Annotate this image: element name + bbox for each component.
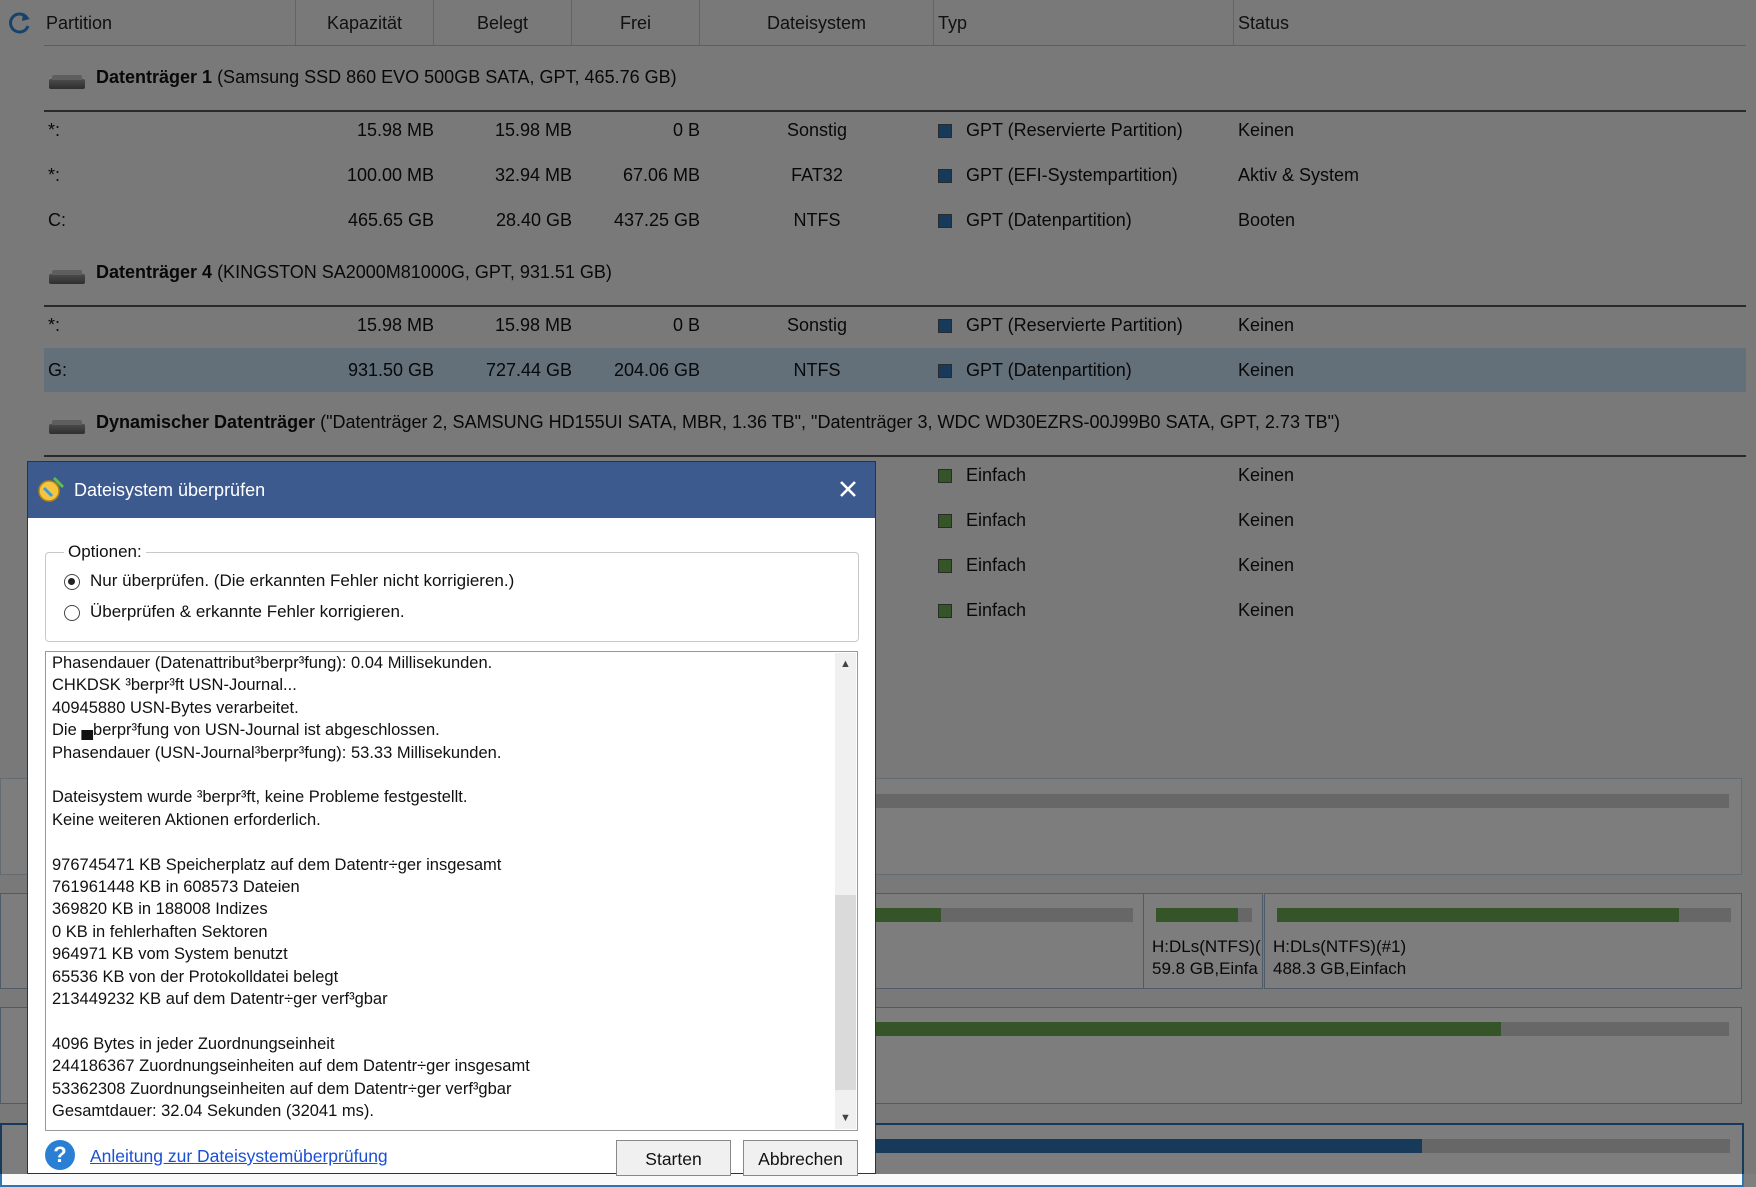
log-line: 65536 KB von der Protokolldatei belegt: [52, 967, 339, 986]
log-output[interactable]: Phasendauer (Datenattribut³berpr³fung): …: [45, 651, 858, 1131]
log-line: 53362308 Zuordnungseinheiten auf dem Dat…: [52, 1079, 512, 1098]
log-line: 40945880 USN-Bytes verarbeitet.: [52, 698, 299, 717]
options-group: Optionen: Nur überprüfen. (Die erkannten…: [45, 542, 859, 642]
log-line: 213449232 KB auf dem Datentr÷ger verf³gb…: [52, 990, 388, 1008]
log-line: 964971 KB vom System benutzt: [52, 945, 288, 964]
option-check-only-label[interactable]: Nur überprüfen. (Die erkannten Fehler ni…: [90, 571, 514, 591]
log-line: CHKDSK ³berpr³ft USN-Journal...: [52, 676, 297, 695]
log-line: Phasendauer (USN-Journal³berpr³fung): 53…: [52, 743, 502, 762]
log-line: Die ▄berpr³fung von USN-Journal ist abge…: [52, 721, 440, 740]
log-line: Dateisystem wurde ³berpr³ft, keine Probl…: [52, 788, 468, 807]
dialog-title: Dateisystem überprüfen: [74, 480, 266, 500]
log-line: 761961448 KB in 608573 Dateien: [52, 878, 300, 896]
help-icon[interactable]: ?: [45, 1140, 75, 1170]
start-button[interactable]: Starten: [616, 1140, 731, 1176]
options-label: Optionen:: [64, 542, 146, 562]
log-line: 976745471 KB Speicherplatz auf dem Daten…: [52, 855, 502, 874]
dialog-titlebar[interactable]: Dateisystem überprüfen: [28, 462, 875, 518]
close-icon[interactable]: [833, 474, 863, 504]
app-icon: [38, 476, 65, 502]
log-line: Keine weiteren Aktionen erforderlich.: [52, 810, 321, 829]
log-line: Gesamtdauer: 32.04 Sekunden (32041 ms).: [52, 1102, 374, 1120]
log-line: 0 KB in fehlerhaften Sektoren: [52, 922, 268, 941]
scroll-thumb[interactable]: [835, 895, 856, 1090]
scroll-up-icon[interactable]: ▲: [835, 653, 856, 675]
option-check-fix-label[interactable]: Überprüfen & erkannte Fehler korrigieren…: [90, 602, 405, 622]
log-line: 4096 Bytes in jeder Zuordnungseinheit: [52, 1034, 335, 1053]
log-line: 369820 KB in 188008 Indizes: [52, 900, 268, 919]
log-line: 244186367 Zuordnungseinheiten auf dem Da…: [52, 1057, 530, 1076]
radio-check-only[interactable]: [64, 574, 80, 590]
help-link[interactable]: Anleitung zur Dateisystemüberprüfung: [90, 1146, 388, 1167]
radio-check-fix[interactable]: [64, 605, 80, 621]
cancel-button[interactable]: Abbrechen: [743, 1140, 858, 1176]
scroll-down-icon[interactable]: ▼: [835, 1107, 856, 1129]
log-scrollbar[interactable]: ▲ ▼: [835, 653, 856, 1129]
check-filesystem-dialog: Dateisystem überprüfen Optionen: Nur übe…: [27, 461, 876, 1176]
log-line: Phasendauer (Datenattribut³berpr³fung): …: [52, 654, 493, 672]
